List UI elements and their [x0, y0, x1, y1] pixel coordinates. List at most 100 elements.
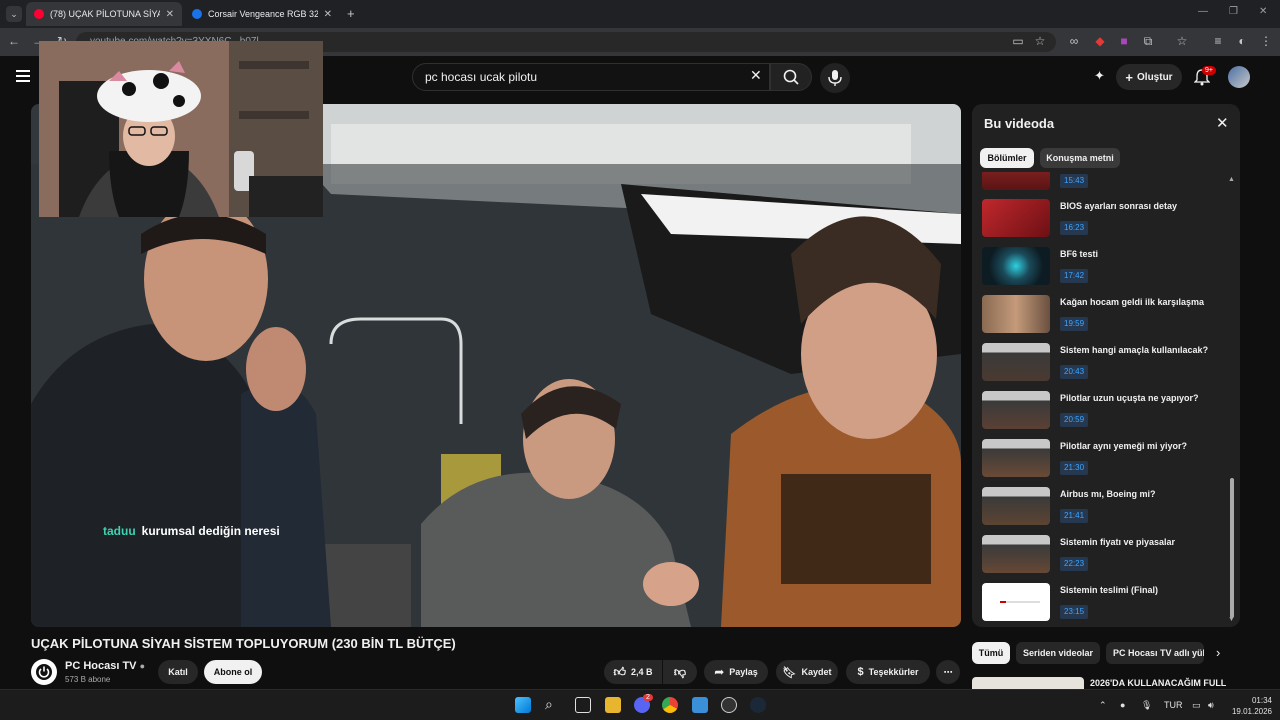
microphone-tray-icon[interactable]: 🎙︎ — [1141, 700, 1152, 711]
recommended-title[interactable]: 2026'DA KULLANACAĞIM FULL — [1090, 678, 1226, 688]
chrome-icon[interactable] — [662, 697, 678, 713]
chapter-thumbnail — [982, 487, 1050, 525]
steam-icon[interactable] — [750, 697, 766, 713]
subscribe-button[interactable]: Abone ol — [204, 660, 262, 684]
chapter-item[interactable]: Sistem hangi amaçla kullanılacak? 20:43 — [982, 343, 1222, 387]
scroll-up-arrow-icon[interactable]: ▲ — [1228, 176, 1235, 183]
account-avatar[interactable] — [1228, 66, 1250, 88]
thanks-button[interactable]: $ Teşekkürler — [846, 660, 930, 684]
tray-app-icon[interactable]: ● — [1120, 700, 1125, 710]
chapter-item[interactable]: Pilotlar aynı yemeği mi yiyor? 21:30 — [982, 439, 1222, 483]
clock-time: 01:34 — [1251, 696, 1272, 705]
chapter-thumbnail — [982, 343, 1050, 381]
browser-tab-youtube[interactable]: (78) UÇAK PİLOTUNA SİYAH SİSTEM ✕ — [26, 2, 182, 26]
tab-list-dropdown[interactable]: ⌄ — [6, 6, 22, 22]
chapter-timestamp: 23:15 — [1060, 605, 1089, 619]
more-actions-button[interactable]: ⋯ — [936, 660, 960, 684]
scroll-down-arrow-icon[interactable]: ▼ — [1228, 616, 1235, 623]
search-input[interactable]: pc hocası ucak pilotu — [412, 63, 770, 91]
extensions-puzzle-icon[interactable]: ⧉ — [1140, 34, 1156, 49]
chapter-thumbnail — [982, 583, 1050, 621]
chapter-item[interactable]: Sistemin teslimi (Final) 23:15 — [982, 583, 1222, 627]
share-arrow-icon: ➦ — [714, 665, 725, 679]
thumbnail-progress-bar — [1000, 601, 1040, 603]
create-button[interactable]: + Oluştur — [1116, 64, 1182, 90]
file-explorer-icon[interactable] — [605, 697, 621, 713]
filter-chip-all[interactable]: Tümü — [972, 642, 1010, 664]
save-button[interactable]: 🔖︎ Kaydet — [776, 660, 838, 684]
thanks-label: Teşekkürler — [868, 667, 919, 677]
profile-icon[interactable]: ◐ — [1234, 34, 1250, 48]
chapter-item[interactable]: 15:43 — [982, 172, 1222, 196]
chapter-item[interactable]: Kağan hocam geldi ilk karşılaşma 19:59 — [982, 295, 1222, 339]
webcam-frame — [39, 41, 323, 217]
extension-purple-icon[interactable]: ■ — [1116, 34, 1132, 48]
microphone-icon — [828, 70, 842, 86]
bookmark-star-icon[interactable]: ☆ — [1032, 34, 1048, 48]
volume-icon[interactable]: 🔊︎ — [1208, 700, 1214, 711]
bookmarks-icon[interactable]: ☆ — [1174, 34, 1190, 48]
cast-icon[interactable]: ▭ — [1010, 34, 1026, 48]
app-icon[interactable] — [721, 697, 737, 713]
chapter-title: Sistem hangi amaçla kullanılacak? — [1060, 345, 1209, 355]
power-logo-icon — [36, 664, 52, 680]
clear-search-icon[interactable]: ✕ — [750, 67, 762, 84]
extension-red-icon[interactable]: ◆ — [1092, 34, 1108, 48]
dislike-button[interactable]: 👎︎ — [663, 660, 697, 684]
chapter-item[interactable]: BIOS ayarları sonrası detay 16:23 — [982, 199, 1222, 243]
chapter-thumbnail — [982, 172, 1050, 190]
like-count: 2,4 B — [631, 667, 653, 677]
like-button[interactable]: 👍︎ 2,4 B — [604, 660, 662, 684]
close-panel-icon[interactable]: ✕ — [1216, 114, 1229, 132]
taskbar-search-icon[interactable]: ⌕ — [545, 696, 553, 713]
maximize-icon[interactable]: ❐ — [1229, 6, 1238, 17]
discord-badge: 2 — [643, 694, 653, 701]
back-icon[interactable]: ← — [6, 34, 22, 48]
tray-overflow-icon[interactable]: ⌃ — [1099, 700, 1107, 711]
more-menu-icon[interactable]: ⋮ — [1258, 34, 1274, 48]
close-window-icon[interactable]: ✕ — [1259, 6, 1267, 17]
tab-transcript[interactable]: Konuşma metni — [1040, 148, 1120, 168]
create-label: Oluştur — [1137, 71, 1173, 83]
browser-tab-corsair[interactable]: Corsair Vengeance RGB 32 GB ✕ — [184, 2, 340, 26]
chapter-title: Kağan hocam geldi ilk karşılaşma — [1060, 297, 1205, 307]
windows-start-icon[interactable] — [515, 697, 531, 713]
tab-chapters[interactable]: Bölümler — [980, 148, 1034, 168]
chapter-title: BIOS ayarları sonrası detay — [1060, 201, 1178, 211]
system-clock[interactable]: 01:34 19.01.2026 — [1226, 695, 1272, 717]
panel-scrollbar[interactable] — [1230, 478, 1234, 618]
extension-glasses-icon[interactable]: ∞ — [1066, 34, 1082, 48]
app-icon[interactable] — [692, 697, 708, 713]
bookmark-icon: 🔖︎ — [782, 666, 797, 679]
reading-list-icon[interactable]: ≡ — [1210, 34, 1226, 48]
chapter-item[interactable]: Pilotlar uzun uçuşta ne yapıyor? 20:59 — [982, 391, 1222, 435]
subtitle-text: kurumsal dediğin neresi — [141, 524, 280, 538]
close-tab-icon[interactable]: ✕ — [166, 9, 174, 20]
minimize-icon[interactable]: — — [1198, 6, 1208, 17]
display-icon[interactable]: ▭ — [1192, 700, 1201, 711]
chapter-item[interactable]: BF6 testi 17:42 — [982, 247, 1222, 291]
task-view-icon[interactable] — [575, 697, 591, 713]
voice-search-button[interactable] — [820, 63, 850, 93]
new-tab-icon[interactable]: + — [347, 6, 355, 21]
chapter-item[interactable]: Sistemin fiyatı ve piyasalar 22:23 — [982, 535, 1222, 579]
recommended-thumbnail[interactable] — [972, 677, 1084, 689]
channel-name[interactable]: PC Hocası TV ● — [65, 660, 145, 672]
premium-sparkle-icon[interactable]: ✦ — [1094, 68, 1105, 84]
tab-title: Corsair Vengeance RGB 32 GB — [208, 9, 318, 19]
filter-chip-series[interactable]: Seriden videolar — [1016, 642, 1100, 664]
close-tab-icon[interactable]: ✕ — [324, 9, 332, 20]
search-button[interactable] — [770, 63, 812, 91]
webcam-overlay — [39, 41, 323, 217]
chapter-title: Sistemin teslimi (Final) — [1060, 585, 1159, 595]
channel-avatar[interactable] — [31, 659, 57, 685]
input-language[interactable]: TUR — [1164, 700, 1183, 710]
hamburger-menu-icon[interactable] — [16, 70, 30, 82]
chapter-title: Airbus mı, Boeing mi? — [1060, 489, 1156, 499]
chevron-right-icon[interactable]: › — [1216, 645, 1220, 660]
share-button[interactable]: ➦ Paylaş — [704, 660, 768, 684]
filter-chip-channel[interactable]: PC Hocası TV adlı yük — [1106, 642, 1204, 664]
share-label: Paylaş — [729, 667, 758, 677]
chapter-item[interactable]: Airbus mı, Boeing mi? 21:41 — [982, 487, 1222, 531]
join-button[interactable]: Katıl — [158, 660, 198, 684]
